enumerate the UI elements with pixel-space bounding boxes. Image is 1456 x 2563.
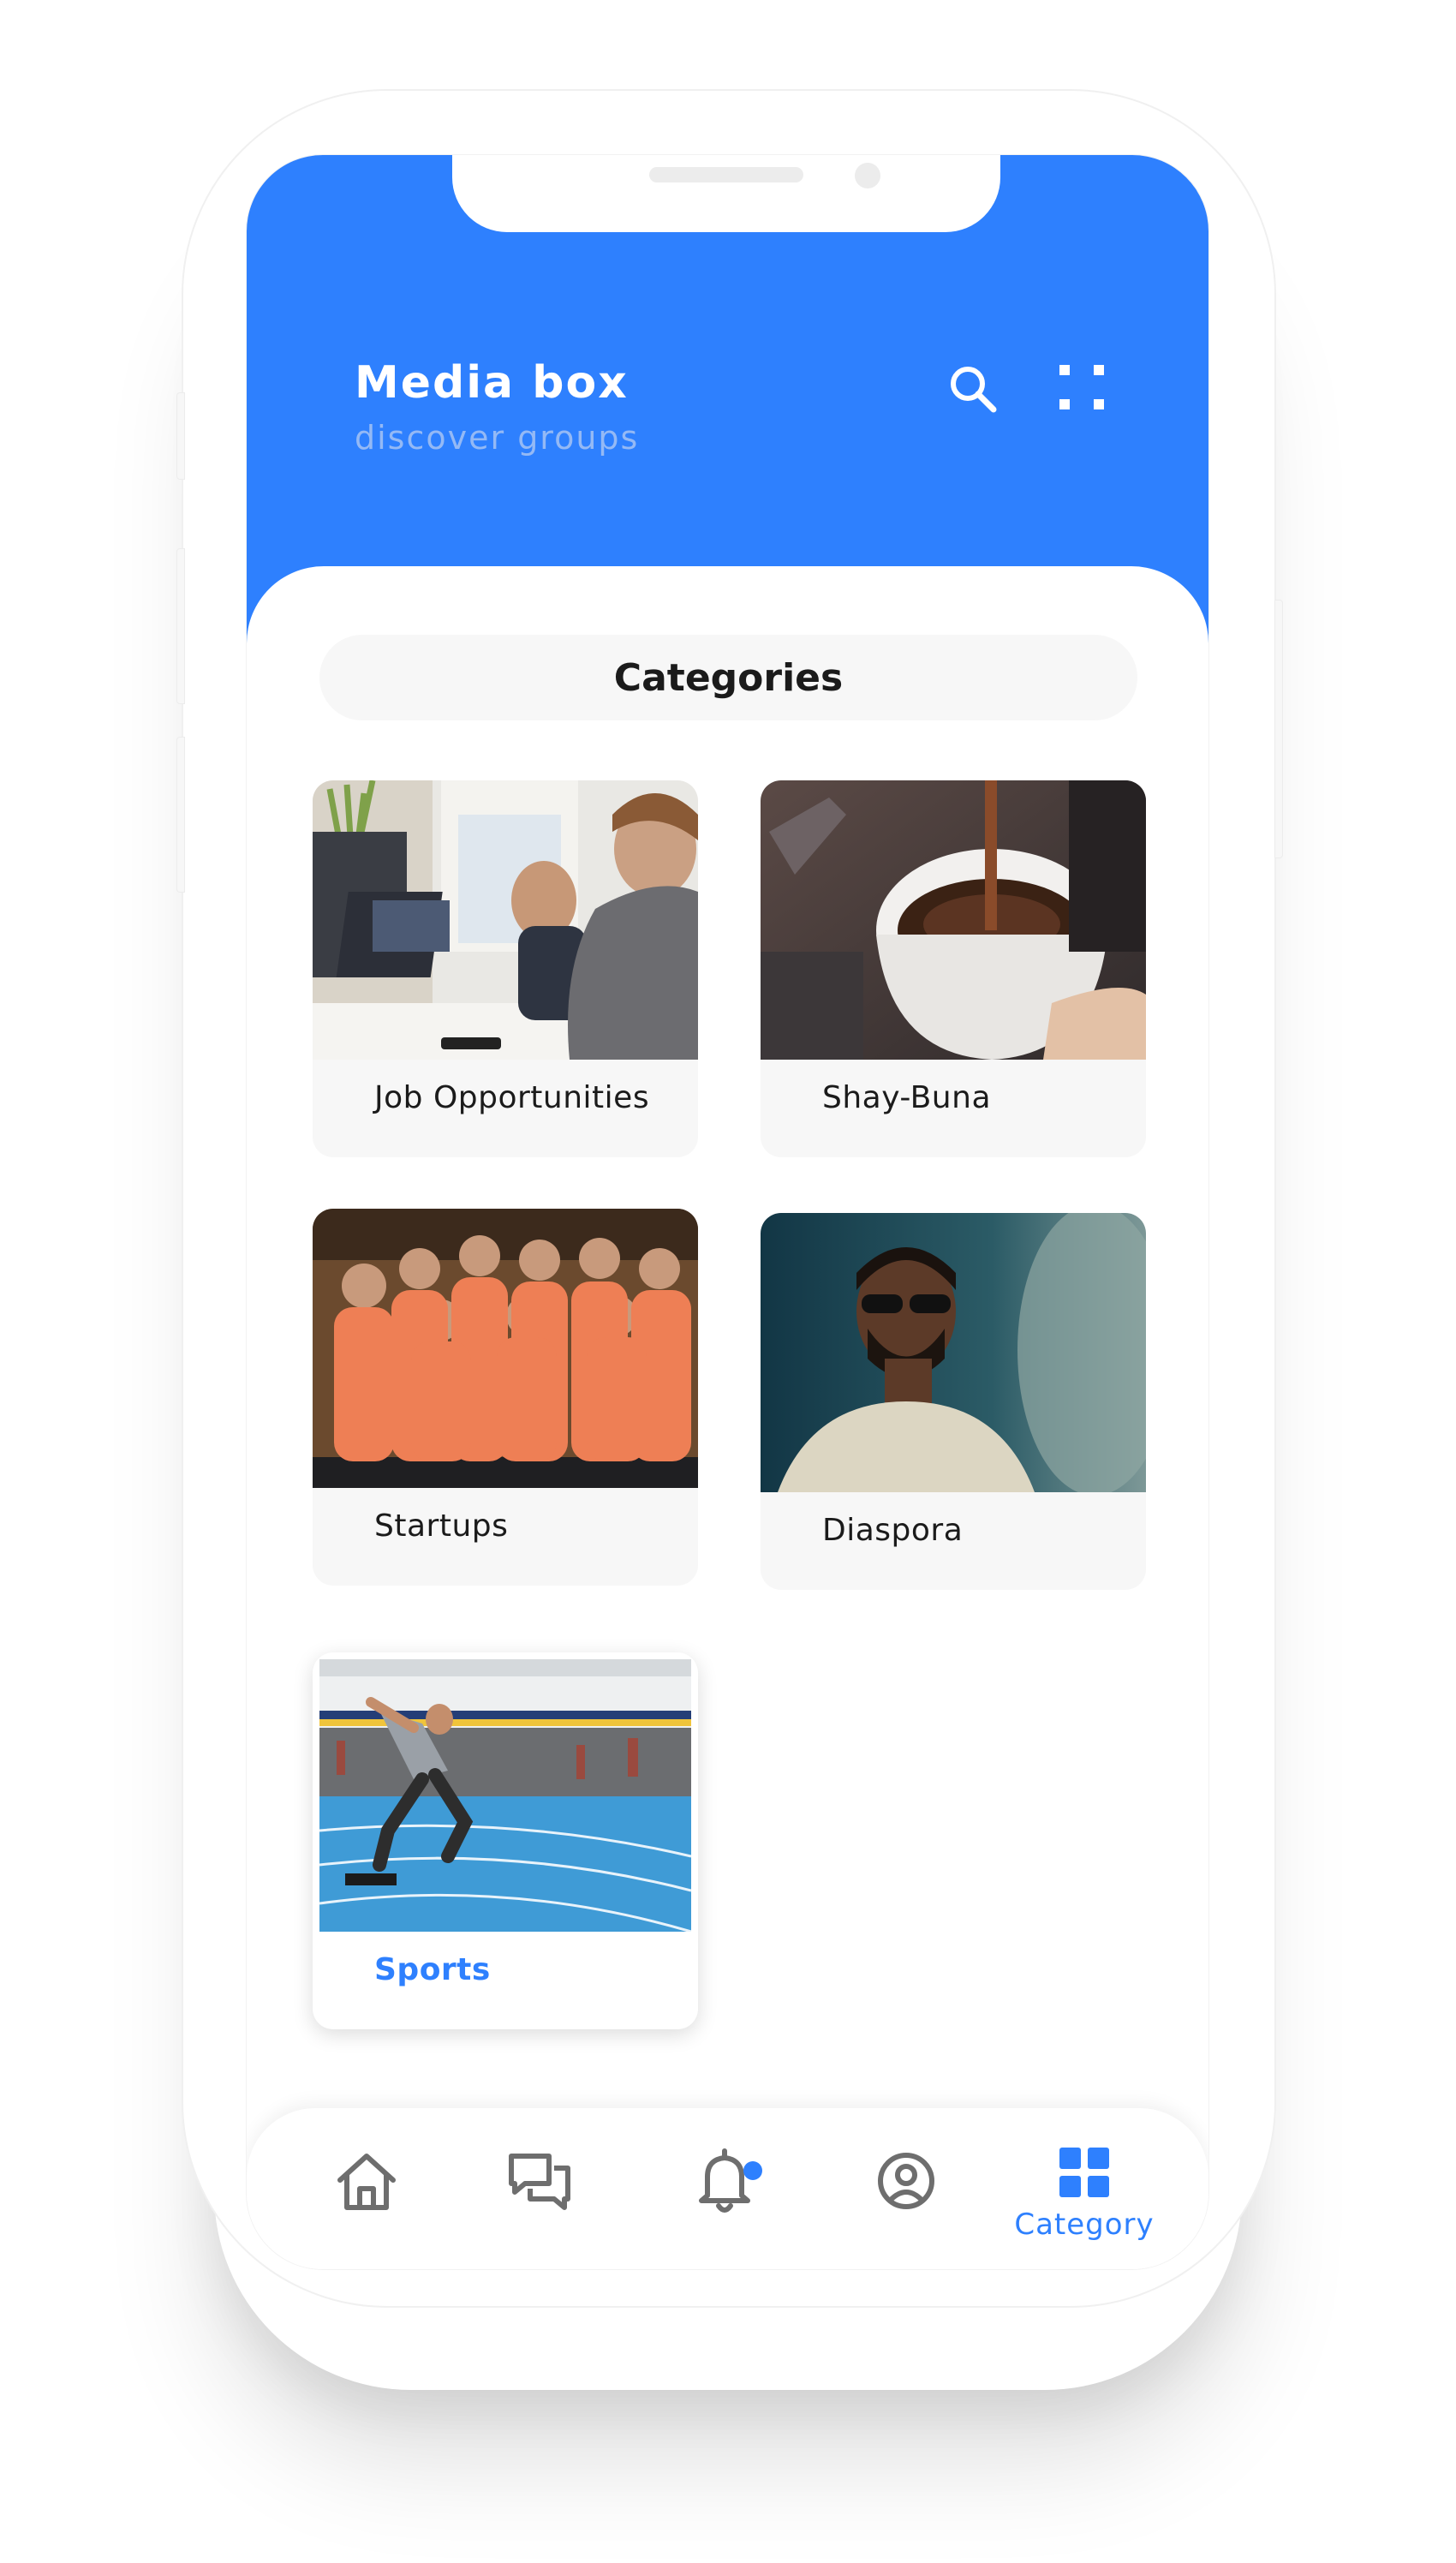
user-circle-icon <box>878 2153 934 2209</box>
category-label: Shay-Buna <box>822 1080 991 1115</box>
category-label: Sports <box>374 1952 491 1987</box>
category-grid-icon <box>1059 2148 1109 2197</box>
search-button[interactable] <box>940 356 1009 425</box>
notch-camera <box>855 163 880 188</box>
phone-notch <box>452 155 1000 232</box>
phone-volume-up <box>176 548 185 704</box>
bottom-navigation: Category <box>247 2108 1208 2269</box>
chat-icon <box>509 2154 570 2210</box>
app-screen: Media box discover groups Categories Job… <box>246 154 1209 2270</box>
phone-side-button <box>176 392 185 480</box>
nav-item-chat[interactable] <box>471 2142 608 2269</box>
home-icon <box>337 2154 396 2210</box>
startups-photo <box>313 1209 698 1488</box>
grid-dots-icon <box>1059 365 1104 409</box>
nav-label-category: Category <box>1014 2208 1155 2242</box>
sports-photo <box>319 1659 691 1932</box>
notch-speaker <box>649 167 803 182</box>
menu-button[interactable] <box>1047 356 1116 425</box>
category-card-diaspora[interactable]: Diaspora <box>761 1213 1146 1590</box>
nav-item-category[interactable]: Category <box>1014 2142 1155 2269</box>
bell-icon <box>699 2148 750 2213</box>
app-title: Media box <box>355 357 629 409</box>
search-icon <box>951 367 997 413</box>
shay-buna-photo <box>761 780 1146 1060</box>
notification-badge <box>743 2161 762 2180</box>
app-subtitle: discover groups <box>355 419 640 457</box>
category-card-startups[interactable]: Startups <box>313 1209 698 1586</box>
section-title: Categories <box>319 635 1137 720</box>
diaspora-photo <box>761 1213 1146 1492</box>
phone-volume-down <box>176 737 185 893</box>
category-card-job-opportunities[interactable]: Job Opportunities <box>313 780 698 1157</box>
nav-item-profile[interactable] <box>838 2142 975 2269</box>
category-label: Job Opportunities <box>374 1080 650 1115</box>
category-card-sports[interactable]: Sports <box>313 1652 698 2029</box>
nav-item-notifications[interactable] <box>656 2142 793 2269</box>
category-label: Startups <box>374 1509 509 1544</box>
job-opportunities-photo <box>313 780 698 1060</box>
phone-power-button <box>1274 600 1283 858</box>
category-label: Diaspora <box>822 1513 964 1548</box>
category-card-shay-buna[interactable]: Shay-Buna <box>761 780 1146 1157</box>
content-panel: Categories Job Opportunities Shay-Buna S… <box>247 566 1208 2269</box>
nav-item-home[interactable] <box>298 2142 435 2269</box>
